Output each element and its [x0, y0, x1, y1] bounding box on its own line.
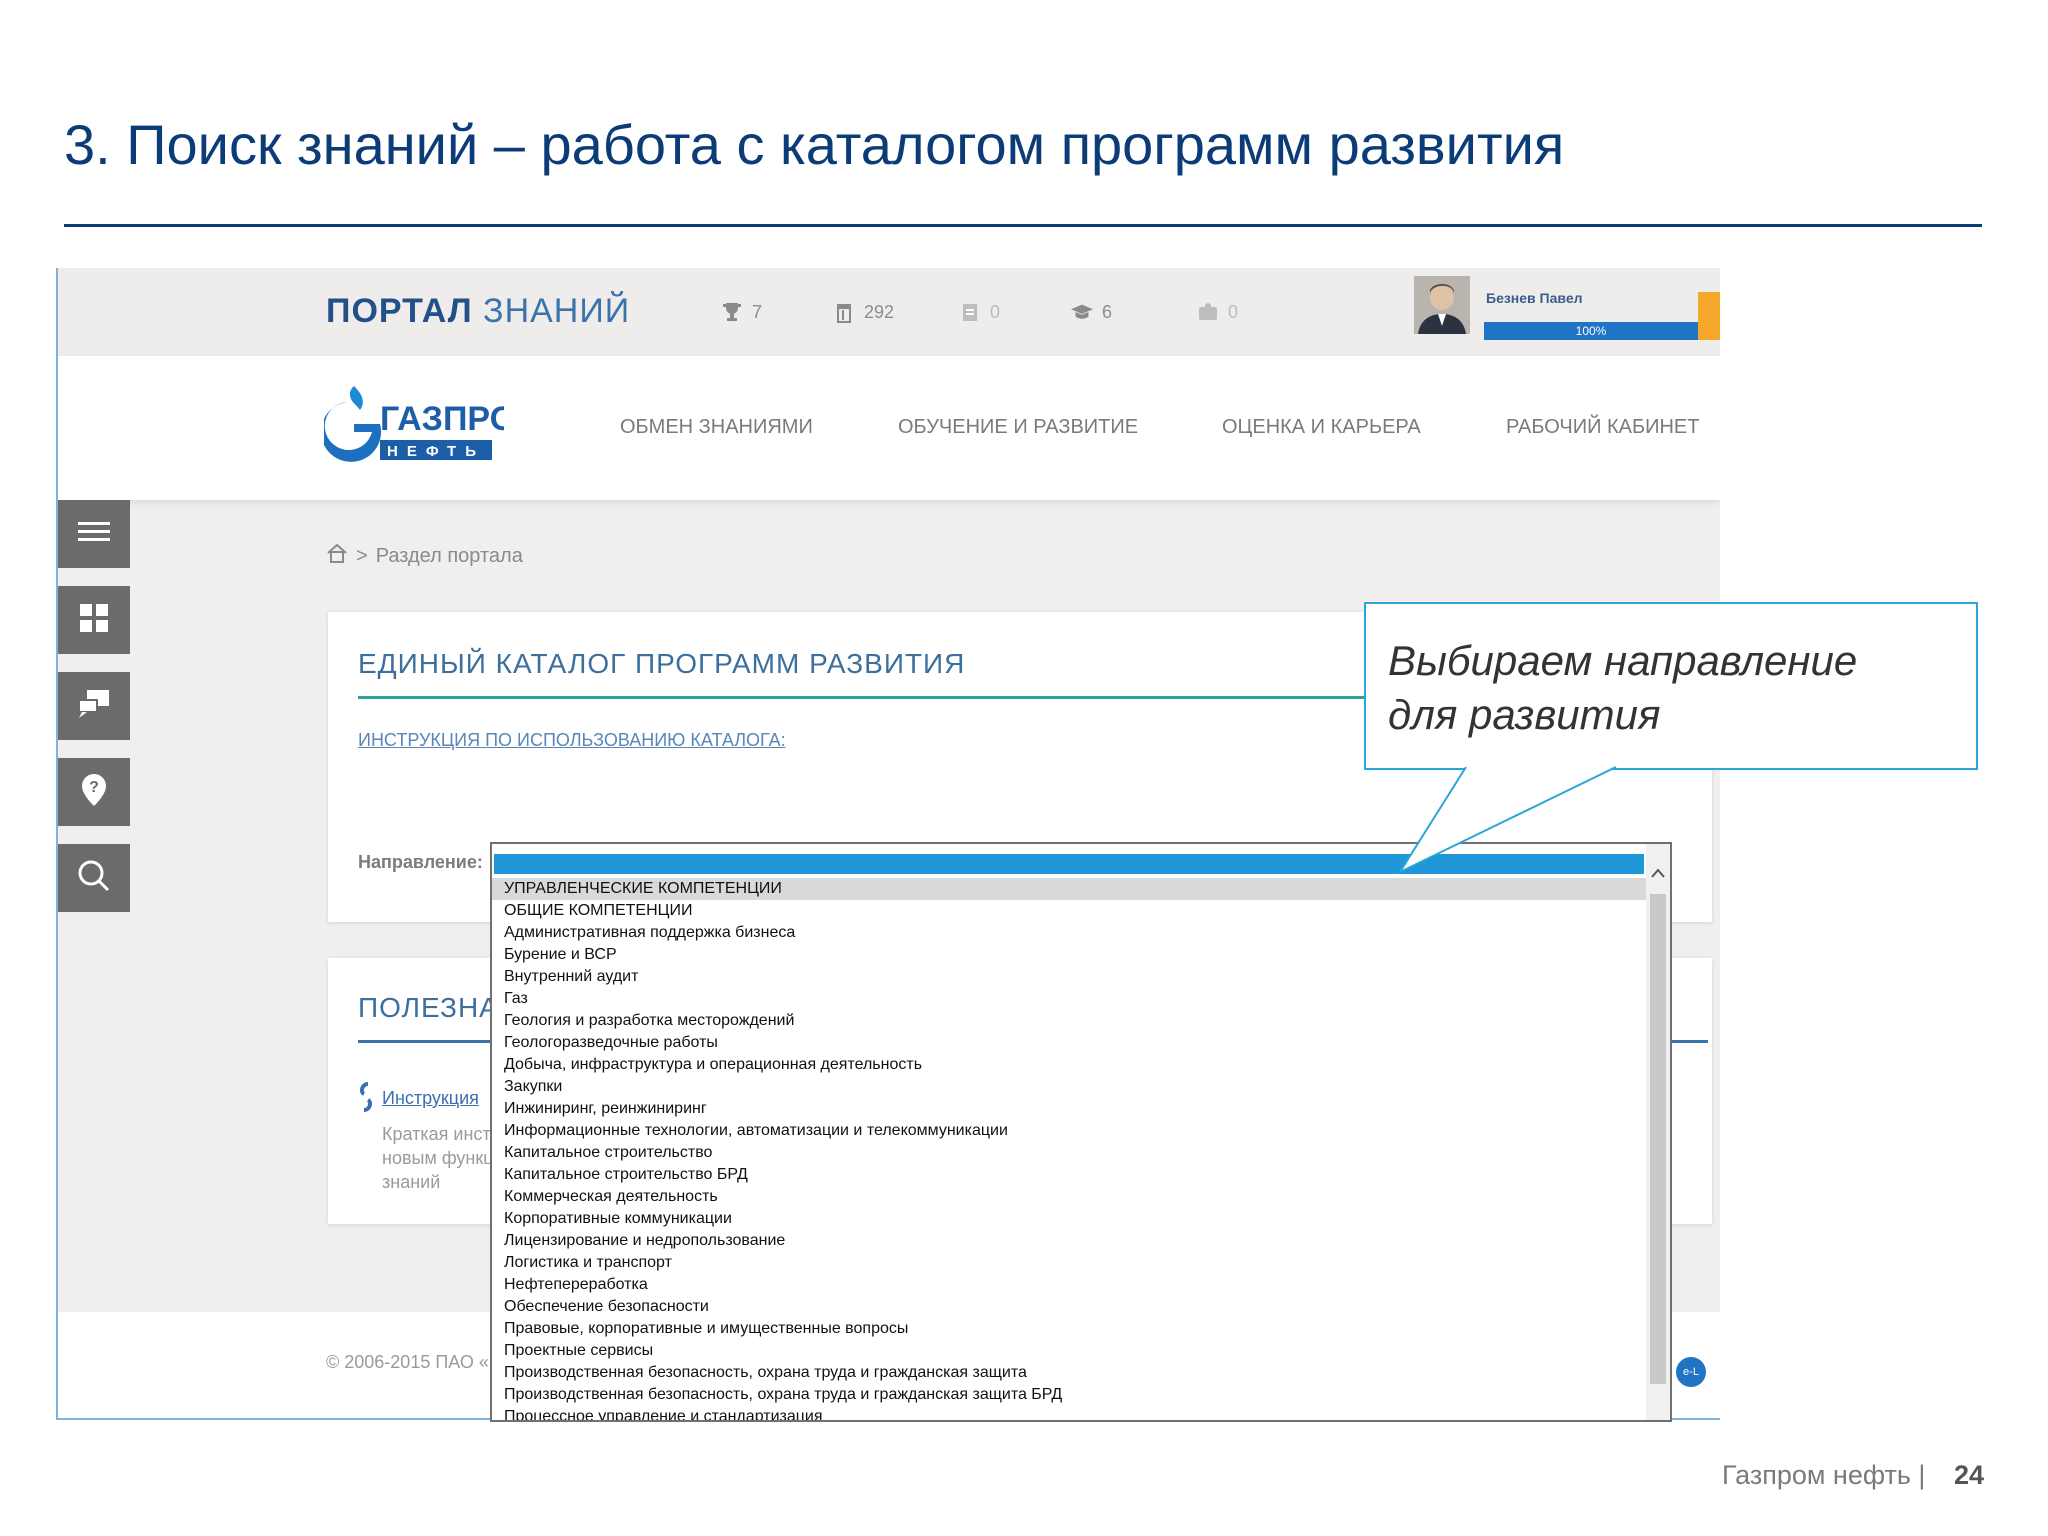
- dropdown-option[interactable]: Капитальное строительство: [492, 1142, 1646, 1164]
- main-navbar: ГАЗПРОМ НЕФТЬ ОБМЕН ЗНАНИЯМИ ОБУЧЕНИЕ И …: [58, 356, 1720, 500]
- document-icon: [958, 300, 982, 324]
- direction-select-dropdown[interactable]: УПРАВЛЕНЧЕСКИЕ КОМПЕТЕНЦИИ ОБЩИЕ КОМПЕТЕН…: [490, 842, 1672, 1422]
- title-divider: [64, 224, 1982, 227]
- trash-icon: [832, 300, 856, 324]
- breadcrumb-current[interactable]: Раздел портала: [376, 545, 523, 568]
- nav-knowledge-exchange[interactable]: ОБМЕН ЗНАНИЯМИ: [620, 416, 813, 439]
- footer-brand: Газпром нефть |: [1722, 1460, 1926, 1490]
- dropdown-option[interactable]: Обеспечение безопасности: [492, 1296, 1646, 1318]
- location-help-icon: ?: [79, 772, 109, 813]
- elearning-badge[interactable]: e-L: [1676, 1357, 1706, 1387]
- dropdown-option[interactable]: ОБЩИЕ КОМПЕТЕНЦИИ: [492, 900, 1646, 922]
- grid-icon: [78, 602, 110, 639]
- dropdown-option[interactable]: Капитальное строительство БРД: [492, 1164, 1646, 1186]
- direction-label: Направление:: [358, 852, 483, 872]
- dropdown-scroll-thumb[interactable]: [1650, 894, 1666, 1384]
- sidebar-menu-button[interactable]: [58, 500, 130, 568]
- useful-description: Краткая инст новым функц знаний: [382, 1124, 494, 1192]
- dropdown-option[interactable]: Правовые, корпоративные и имущественные …: [492, 1318, 1646, 1340]
- dropdown-option[interactable]: УПРАВЛЕНЧЕСКИЕ КОМПЕТЕНЦИИ: [492, 878, 1646, 900]
- stat-graduation[interactable]: 6: [1070, 298, 1112, 326]
- page-number: 24: [1954, 1460, 1985, 1490]
- notification-tab[interactable]: [1698, 292, 1720, 340]
- dropdown-option[interactable]: Лицензирование и недропользование: [492, 1230, 1646, 1252]
- dropdown-option[interactable]: Коммерческая деятельность: [492, 1186, 1646, 1208]
- brand-light: ЗНАНИЙ: [483, 292, 631, 330]
- badge-icon: [1196, 300, 1220, 324]
- dropdown-option[interactable]: Производственная безопасность, охрана тр…: [492, 1384, 1646, 1406]
- stat-document-value: 0: [990, 301, 1001, 322]
- dropdown-option[interactable]: Внутренний аудит: [492, 966, 1646, 988]
- brand-bold: ПОРТАЛ: [326, 292, 473, 330]
- slide-title: 3. Поиск знаний – работа с каталогом про…: [64, 113, 1565, 176]
- dropdown-option[interactable]: Нефтепереработка: [492, 1274, 1646, 1296]
- nav-workspace[interactable]: РАБОЧИЙ КАБИНЕТ: [1506, 416, 1700, 439]
- catalog-divider: [358, 696, 1364, 699]
- stat-trophy[interactable]: 7: [720, 298, 762, 326]
- breadcrumb: > Раздел портала: [326, 542, 523, 570]
- callout-line2: для развития: [1388, 691, 1661, 738]
- dropdown-option[interactable]: Административная поддержка бизнеса: [492, 922, 1646, 944]
- sidebar-help-button[interactable]: ?: [58, 758, 130, 826]
- stat-badge[interactable]: 0: [1196, 298, 1238, 326]
- graduation-cap-icon: [1070, 300, 1094, 324]
- link-icon: [354, 1082, 378, 1117]
- dropdown-scrollbar[interactable]: [1646, 844, 1670, 1420]
- user-name[interactable]: Безнев Павел: [1486, 290, 1583, 306]
- dropdown-option[interactable]: Процессное управление и стандартизация: [492, 1406, 1646, 1420]
- nav-career[interactable]: ОЦЕНКА И КАРЬЕРА: [1222, 416, 1421, 439]
- dropdown-option[interactable]: Газ: [492, 988, 1646, 1010]
- dropdown-option[interactable]: Информационные технологии, автоматизации…: [492, 1120, 1646, 1142]
- stat-trash-value: 292: [864, 301, 895, 322]
- menu-icon: [78, 518, 110, 551]
- avatar[interactable]: [1414, 276, 1470, 334]
- hint-callout: Выбираем направление для развития: [1364, 602, 1978, 770]
- catalog-instruction-link[interactable]: ИНСТРУКЦИЯ ПО ИСПОЛЬЗОВАНИЮ КАТАЛОГА:: [358, 730, 786, 751]
- logo-line2: НЕФТЬ: [387, 443, 485, 460]
- dropdown-option[interactable]: Геология и разработка месторождений: [492, 1010, 1646, 1032]
- dropdown-option[interactable]: Геологоразведочные работы: [492, 1032, 1646, 1054]
- gazprom-neft-logo[interactable]: ГАЗПРОМ НЕФТЬ: [321, 380, 544, 466]
- catalog-title: ЕДИНЫЙ КАТАЛОГ ПРОГРАММ РАЗВИТИЯ: [358, 648, 966, 679]
- dropdown-option[interactable]: Проектные сервисы: [492, 1340, 1646, 1362]
- dropdown-option[interactable]: Бурение и ВСР: [492, 944, 1646, 966]
- search-icon: [77, 859, 111, 898]
- callout-text: Выбираем направление для развития: [1388, 634, 1857, 742]
- stat-badge-value: 0: [1228, 301, 1239, 322]
- user-progress-bar: 100%: [1484, 322, 1698, 340]
- sidebar-grid-button[interactable]: [58, 586, 130, 654]
- user-progress-label: 100%: [1575, 324, 1607, 338]
- callout-line1: Выбираем направление: [1388, 637, 1858, 684]
- dropdown-option[interactable]: Производственная безопасность, охрана тр…: [492, 1362, 1646, 1384]
- nav-learning[interactable]: ОБУЧЕНИЕ И РАЗВИТИЕ: [898, 416, 1138, 439]
- dropdown-option-list: УПРАВЛЕНЧЕСКИЕ КОМПЕТЕНЦИИ ОБЩИЕ КОМПЕТЕН…: [492, 878, 1646, 1420]
- dropdown-option[interactable]: Корпоративные коммуникации: [492, 1208, 1646, 1230]
- dropdown-option[interactable]: Закупки: [492, 1076, 1646, 1098]
- stat-trash[interactable]: 292: [832, 298, 894, 326]
- copyright: © 2006-2015 ПАО «: [326, 1352, 489, 1372]
- logo-line1: ГАЗПРОМ: [380, 400, 504, 438]
- stat-trophy-value: 7: [752, 301, 763, 322]
- dropdown-option[interactable]: Добыча, инфраструктура и операционная де…: [492, 1054, 1646, 1076]
- home-icon[interactable]: [326, 542, 348, 570]
- sidebar-chat-button[interactable]: [58, 672, 130, 740]
- dropdown-option[interactable]: Инжиниринг, реинжиниринг: [492, 1098, 1646, 1120]
- chat-icon: [77, 688, 111, 725]
- stat-document[interactable]: 0: [958, 298, 1000, 326]
- svg-text:?: ?: [89, 779, 99, 796]
- breadcrumb-separator: >: [356, 544, 368, 567]
- portal-brand[interactable]: ПОРТАЛ ЗНАНИЙ: [326, 292, 630, 331]
- dropdown-selected-empty[interactable]: [494, 854, 1644, 874]
- dropdown-option[interactable]: Логистика и транспорт: [492, 1252, 1646, 1274]
- scroll-up-icon[interactable]: [1650, 866, 1666, 885]
- useful-instruction-link[interactable]: Инструкция: [382, 1088, 479, 1109]
- trophy-icon: [720, 300, 744, 324]
- stat-graduation-value: 6: [1102, 301, 1113, 322]
- portal-topbar: ПОРТАЛ ЗНАНИЙ 7 292 0 6 0 Безнев Павел 1…: [58, 268, 1720, 356]
- sidebar-search-button[interactable]: [58, 844, 130, 912]
